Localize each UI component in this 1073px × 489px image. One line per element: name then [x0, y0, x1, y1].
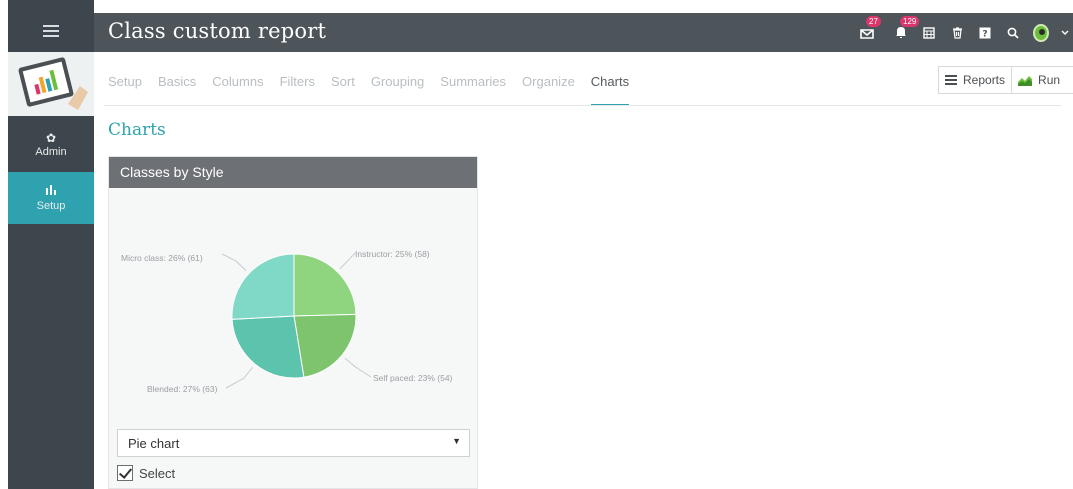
bar-chart-icon	[45, 184, 57, 198]
trash-icon[interactable]	[949, 13, 965, 52]
chevron-down-icon[interactable]	[1061, 13, 1069, 52]
section-title: Charts	[108, 120, 166, 140]
select-row: Select	[117, 465, 175, 481]
pie-leader-line	[339, 252, 356, 270]
tab-sort[interactable]: Sort	[331, 70, 355, 102]
messages-icon[interactable]: 27	[859, 13, 881, 52]
pie-data-label: Instructor: 25% (58)	[355, 249, 430, 259]
calendar-icon[interactable]	[921, 13, 937, 52]
tab-columns[interactable]: Columns	[212, 70, 263, 102]
report-tabs: Setup Basics Columns Filters Sort Groupi…	[108, 70, 645, 106]
pie-slice-micro-class[interactable]	[231, 253, 295, 320]
tab-basics[interactable]: Basics	[158, 70, 196, 102]
reports-label: Reports	[963, 73, 1006, 87]
tab-summaries[interactable]: Summaries	[440, 70, 506, 102]
chart-type-value: Pie chart	[128, 436, 180, 451]
run-button[interactable]: Run	[1011, 67, 1066, 93]
pie-leader-line	[344, 357, 372, 378]
sidebar-item-label: Admin	[35, 146, 67, 158]
pie-data-label: Self paced: 23% (54)	[373, 373, 453, 383]
pie-slice-self-paced[interactable]	[293, 313, 357, 378]
list-icon	[945, 75, 957, 85]
pie-slice-instructor[interactable]	[293, 253, 357, 317]
menu-icon[interactable]	[8, 13, 94, 49]
chart-card-title: Classes by Style	[109, 157, 477, 188]
report-actions: Reports Run	[938, 66, 1073, 94]
sidebar-item-admin[interactable]: ✿ Admin	[8, 118, 94, 172]
pie-data-label: Micro class: 26% (61)	[121, 253, 203, 263]
tab-filters[interactable]: Filters	[280, 70, 315, 102]
pie-leader-line	[225, 367, 253, 389]
pie-slice-blended[interactable]	[231, 315, 305, 379]
page-title: Class custom report	[108, 19, 327, 43]
gear-icon: ✿	[45, 131, 57, 145]
messages-badge: 27	[866, 16, 881, 27]
pie-data-label: Blended: 27% (63)	[147, 384, 218, 394]
search-icon[interactable]	[1005, 13, 1021, 52]
pie-chart: Instructor: 25% (58) Self paced: 23% (54)…	[109, 188, 479, 428]
select-checkbox-label: Select	[139, 465, 176, 481]
bell-icon[interactable]: 129	[893, 13, 920, 52]
reports-button[interactable]: Reports	[939, 67, 1011, 93]
run-label: Run	[1038, 73, 1061, 87]
top-icons: 27 129 ?	[859, 13, 1073, 52]
avatar[interactable]	[1033, 23, 1049, 42]
edge-strip	[0, 0, 8, 489]
help-icon[interactable]: ?	[977, 13, 993, 52]
pie-leader-line	[221, 253, 247, 271]
chart-card: Classes by Style Instructor: 25% (58) Sel…	[108, 156, 478, 489]
select-checkbox[interactable]	[117, 465, 133, 481]
tab-organize[interactable]: Organize	[522, 70, 575, 102]
tab-grouping[interactable]: Grouping	[371, 70, 424, 102]
svg-text:?: ?	[982, 29, 987, 39]
sidebar-item-label: Setup	[36, 200, 66, 212]
alerts-badge: 129	[900, 16, 920, 27]
top-bar: Class custom report 27 129 ?	[94, 13, 1073, 52]
chart-area-icon	[1018, 75, 1033, 86]
sidebar-item-setup[interactable]: Setup	[8, 172, 94, 224]
app-logo	[8, 52, 94, 116]
tab-charts[interactable]: Charts	[590, 70, 630, 106]
chart-type-select[interactable]: Pie chart ▼	[117, 429, 470, 457]
dropdown-arrow-icon: ▼	[452, 436, 461, 446]
tabs-divider	[104, 105, 1061, 106]
tab-setup[interactable]: Setup	[108, 70, 142, 102]
